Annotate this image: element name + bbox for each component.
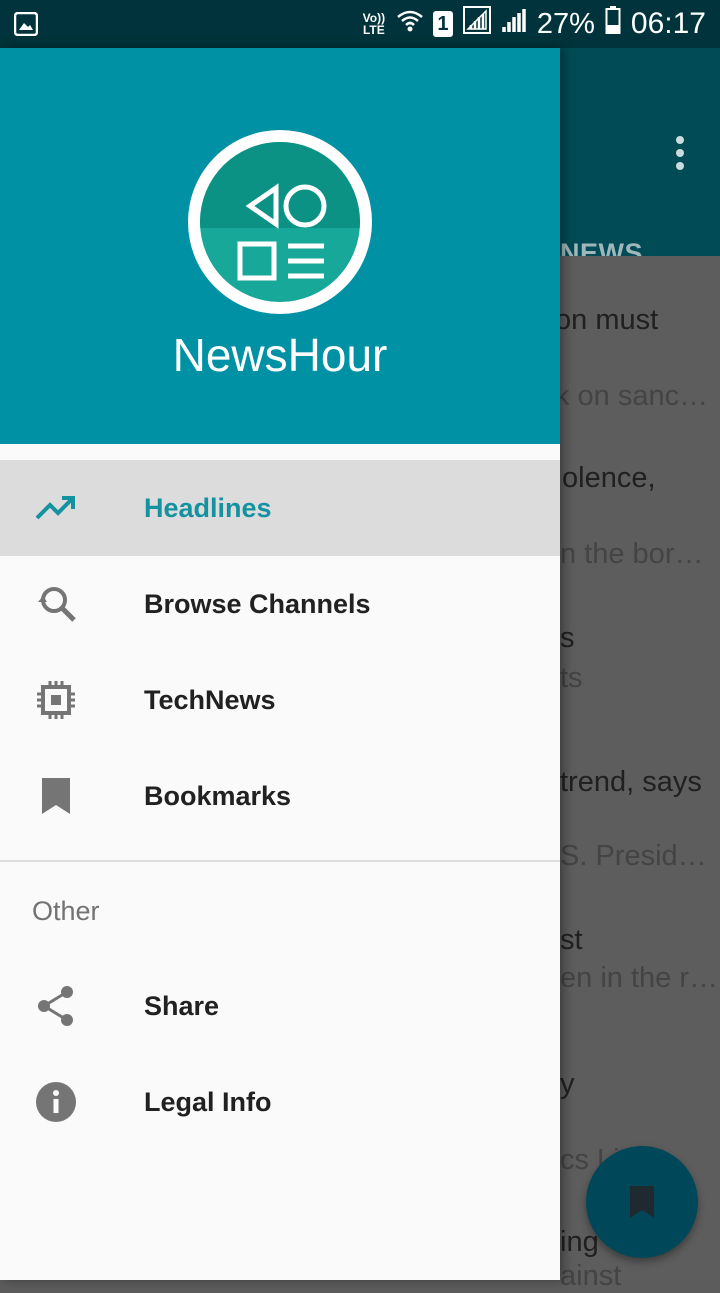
nav-item-legal-info[interactable]: Legal Info xyxy=(0,1054,560,1150)
bookmark-icon xyxy=(630,1186,654,1218)
battery-icon xyxy=(605,6,621,42)
story-subtitle: k on sanc… xyxy=(555,380,709,412)
nav-item-share[interactable]: Share xyxy=(0,958,560,1054)
nav-item-browse-channels[interactable]: Browse Channels xyxy=(0,556,560,652)
story-title[interactable]: st xyxy=(560,924,583,957)
section-header-other: Other xyxy=(32,896,100,926)
story-subtitle: ts xyxy=(560,662,583,694)
nav-item-bookmarks[interactable]: Bookmarks xyxy=(0,748,560,844)
story-title[interactable]: olence, xyxy=(562,462,656,495)
drawer-header: NewsHour xyxy=(0,48,560,444)
info-icon xyxy=(34,1080,78,1124)
story-subtitle: S. Presid… xyxy=(560,840,707,872)
overflow-menu-icon[interactable] xyxy=(676,136,684,175)
nav-item-headlines[interactable]: Headlines xyxy=(0,460,560,556)
story-title[interactable]: trend, says xyxy=(560,766,702,799)
signal-framed-icon xyxy=(462,6,491,42)
wifi-icon xyxy=(397,7,423,41)
nav-item-label: Browse Channels xyxy=(144,589,371,619)
bookmark-icon xyxy=(34,774,78,818)
gallery-notification-icon xyxy=(13,11,39,41)
drawer-divider xyxy=(0,860,560,862)
volte-icon: Vo)) LTE xyxy=(361,12,387,36)
trending-up-icon xyxy=(34,486,78,530)
sim-slot-badge: 1 xyxy=(432,11,453,37)
story-title[interactable]: y xyxy=(560,1068,575,1101)
bookmark-fab[interactable] xyxy=(586,1146,698,1258)
nav-item-label: TechNews xyxy=(144,685,276,715)
browse-search-icon xyxy=(34,582,78,626)
network-type-label: Vo)) LTE xyxy=(362,11,386,37)
app-name: NewsHour xyxy=(172,329,388,381)
story-title[interactable]: on must xyxy=(555,304,658,337)
app-logo xyxy=(188,130,372,314)
signal-icon xyxy=(501,7,527,41)
story-subtitle: n the bor… xyxy=(560,538,704,570)
nav-item-label: Bookmarks xyxy=(144,781,292,811)
clock: 06:17 xyxy=(630,7,706,40)
story-subtitle: ainst xyxy=(560,1260,622,1292)
story-subtitle: en in the r… xyxy=(560,962,718,994)
status-bar: Vo)) LTE 1 27% 06:17 xyxy=(0,0,720,48)
nav-item-technews[interactable]: TechNews xyxy=(0,652,560,748)
nav-item-label: Legal Info xyxy=(144,1087,272,1117)
navigation-drawer: NewsHour Headlines Browse Channels TechN… xyxy=(0,48,560,1280)
battery-percent: 27% xyxy=(536,7,595,40)
share-icon xyxy=(34,984,78,1028)
story-title[interactable]: s xyxy=(560,622,575,655)
story-title[interactable]: ing xyxy=(560,1226,599,1259)
chip-icon xyxy=(34,678,78,722)
nav-item-label: Share xyxy=(144,991,220,1021)
nav-item-label: Headlines xyxy=(144,493,272,523)
sim-number: 1 xyxy=(437,13,449,35)
